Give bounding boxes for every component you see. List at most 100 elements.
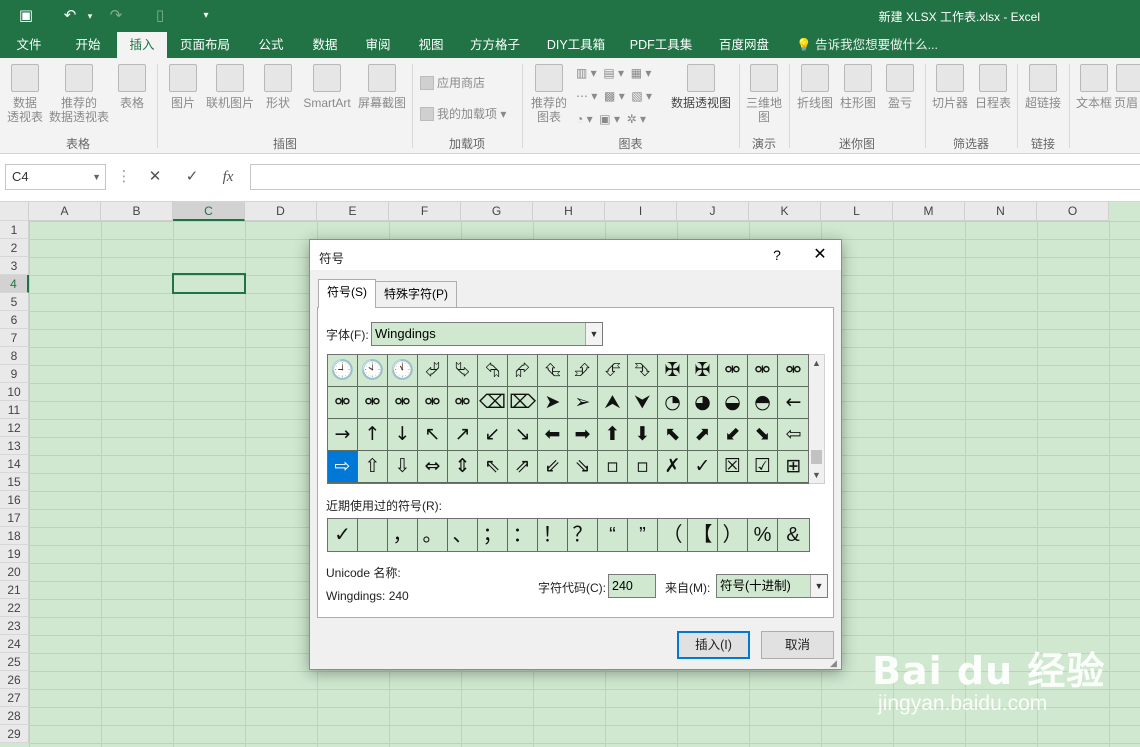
symbol-cell[interactable]: ↘ [508, 419, 538, 451]
tab-baidu-netdisk[interactable]: 百度网盘 [708, 32, 780, 58]
symbol-cell[interactable]: 🕘 [328, 355, 358, 387]
scrollbar-thumb[interactable] [811, 450, 822, 464]
symbol-cell[interactable]: ⮝ [598, 387, 628, 419]
row-header-22[interactable]: 22 [0, 599, 29, 617]
symbol-cell[interactable]: ⚮ [388, 387, 418, 419]
symbol-cell[interactable]: ◔ [658, 387, 688, 419]
column-header-e[interactable]: E [317, 202, 389, 221]
symbol-cell[interactable]: ◒ [718, 387, 748, 419]
row-header-18[interactable]: 18 [0, 527, 29, 545]
tab-insert[interactable]: 插入 [117, 32, 167, 58]
row-header-21[interactable]: 21 [0, 581, 29, 599]
symbol-cell[interactable]: ✓ [688, 451, 718, 483]
symbol-cell[interactable]: ⇔ [418, 451, 448, 483]
active-cell-c4[interactable] [172, 273, 246, 294]
symbol-cell[interactable]: ☑ [748, 451, 778, 483]
formula-input[interactable] [250, 164, 1140, 190]
row-header-29[interactable]: 29 [0, 725, 29, 743]
row-header-16[interactable]: 16 [0, 491, 29, 509]
symbol-cell[interactable]: ⇘ [568, 451, 598, 483]
column-header-f[interactable]: F [389, 202, 461, 221]
resize-grip-icon[interactable]: ◢ [830, 658, 840, 668]
recent-symbol-cell[interactable]: （ [658, 519, 688, 551]
tab-fangfanggezi[interactable]: 方方格子 [460, 32, 530, 58]
tab-page-layout[interactable]: 页面布局 [172, 32, 238, 58]
recent-symbol-cell[interactable] [358, 519, 388, 551]
recent-symbol-cell[interactable]: “ [598, 519, 628, 551]
symbol-cell[interactable]: ↓ [388, 419, 418, 451]
symbol-cell[interactable]: ⇗ [508, 451, 538, 483]
recent-symbol-cell[interactable]: ； [478, 519, 508, 551]
symbol-cell[interactable]: ⬆ [598, 419, 628, 451]
column-header-d[interactable]: D [245, 202, 317, 221]
symbol-cell[interactable]: ⚮ [718, 355, 748, 387]
scroll-up-icon[interactable]: ▲ [809, 355, 824, 371]
symbol-cell[interactable]: ➤ [538, 387, 568, 419]
row-header-9[interactable]: 9 [0, 365, 29, 383]
symbol-cell[interactable]: ⇙ [538, 451, 568, 483]
column-header-k[interactable]: K [749, 202, 821, 221]
symbol-cell[interactable]: ➢ [568, 387, 598, 419]
symbol-cell[interactable]: 🕙 [358, 355, 388, 387]
row-header-7[interactable]: 7 [0, 329, 29, 347]
row-header-14[interactable]: 14 [0, 455, 29, 473]
symbol-cell[interactable]: ⊞ [778, 451, 810, 483]
tab-diy-toolbox[interactable]: DIY工具箱 [538, 32, 614, 58]
tell-me-box[interactable]: 💡 告诉我您想要做什么... [796, 32, 976, 58]
recent-symbol-cell[interactable]: & [778, 519, 808, 551]
symbol-cell[interactable]: ⮷ [628, 355, 658, 387]
row-header-3[interactable]: 3 [0, 257, 29, 275]
row-header-24[interactable]: 24 [0, 635, 29, 653]
symbol-cell[interactable]: ✗ [658, 451, 688, 483]
symbol-cell[interactable]: ⮱ [448, 355, 478, 387]
symbol-grid-scrollbar[interactable]: ▲ ▼ [809, 354, 825, 484]
column-header-b[interactable]: B [101, 202, 173, 221]
symbol-cell[interactable]: ← [778, 387, 810, 419]
insert-button[interactable]: 插入(I) [677, 631, 750, 659]
symbol-cell[interactable]: ↙ [478, 419, 508, 451]
symbol-cell[interactable]: ⌦ [508, 387, 538, 419]
symbol-cell[interactable]: ⚮ [448, 387, 478, 419]
symbol-cell[interactable]: ⚮ [748, 355, 778, 387]
insert-function-button[interactable]: fx [216, 166, 240, 188]
symbol-cell[interactable]: ⬈ [688, 419, 718, 451]
row-header-27[interactable]: 27 [0, 689, 29, 707]
row-header-25[interactable]: 25 [0, 653, 29, 671]
recent-symbol-cell[interactable]: 。 [418, 519, 448, 551]
recent-symbol-cell[interactable]: ” [628, 519, 658, 551]
symbol-cell[interactable]: ⚮ [358, 387, 388, 419]
symbol-cell[interactable]: ↗ [448, 419, 478, 451]
column-header-l[interactable]: L [821, 202, 893, 221]
row-header-10[interactable]: 10 [0, 383, 29, 401]
chevron-down-icon[interactable]: ▼ [810, 575, 827, 597]
column-header-h[interactable]: H [533, 202, 605, 221]
symbol-cell[interactable]: ↖ [418, 419, 448, 451]
row-header-13[interactable]: 13 [0, 437, 29, 455]
from-select[interactable]: 符号(十进制) ▼ [716, 574, 828, 598]
recent-symbol-cell[interactable]: ？ [568, 519, 598, 551]
symbol-cell[interactable]: ⌫ [478, 387, 508, 419]
column-header-c[interactable]: C [173, 202, 245, 221]
symbol-cell[interactable]: ⇦ [778, 419, 810, 451]
recent-symbol-cell[interactable]: ） [718, 519, 748, 551]
symbol-cell[interactable]: 🕚 [388, 355, 418, 387]
symbol-cell[interactable]: ⬊ [748, 419, 778, 451]
symbol-cell[interactable]: ⮵ [568, 355, 598, 387]
row-header-20[interactable]: 20 [0, 563, 29, 581]
symbol-cell[interactable]: ⬅ [538, 419, 568, 451]
tab-data[interactable]: 数据 [300, 32, 350, 58]
font-select[interactable]: Wingdings ▼ [371, 322, 603, 346]
symbol-cell[interactable]: ⮴ [538, 355, 568, 387]
symbol-cell[interactable]: ⚮ [418, 387, 448, 419]
charcode-input[interactable]: 240 [608, 574, 656, 598]
column-header-m[interactable]: M [893, 202, 965, 221]
symbol-cell[interactable]: ◓ [748, 387, 778, 419]
tab-formulas[interactable]: 公式 [246, 32, 296, 58]
save-icon[interactable]: ▣ [14, 5, 38, 27]
row-header-15[interactable]: 15 [0, 473, 29, 491]
chevron-down-icon[interactable]: ▼ [92, 165, 101, 189]
symbol-cell[interactable]: ⮰ [418, 355, 448, 387]
symbol-cell[interactable]: ➡ [568, 419, 598, 451]
symbol-cell[interactable]: ⬉ [658, 419, 688, 451]
recent-symbol-cell[interactable]: ！ [538, 519, 568, 551]
